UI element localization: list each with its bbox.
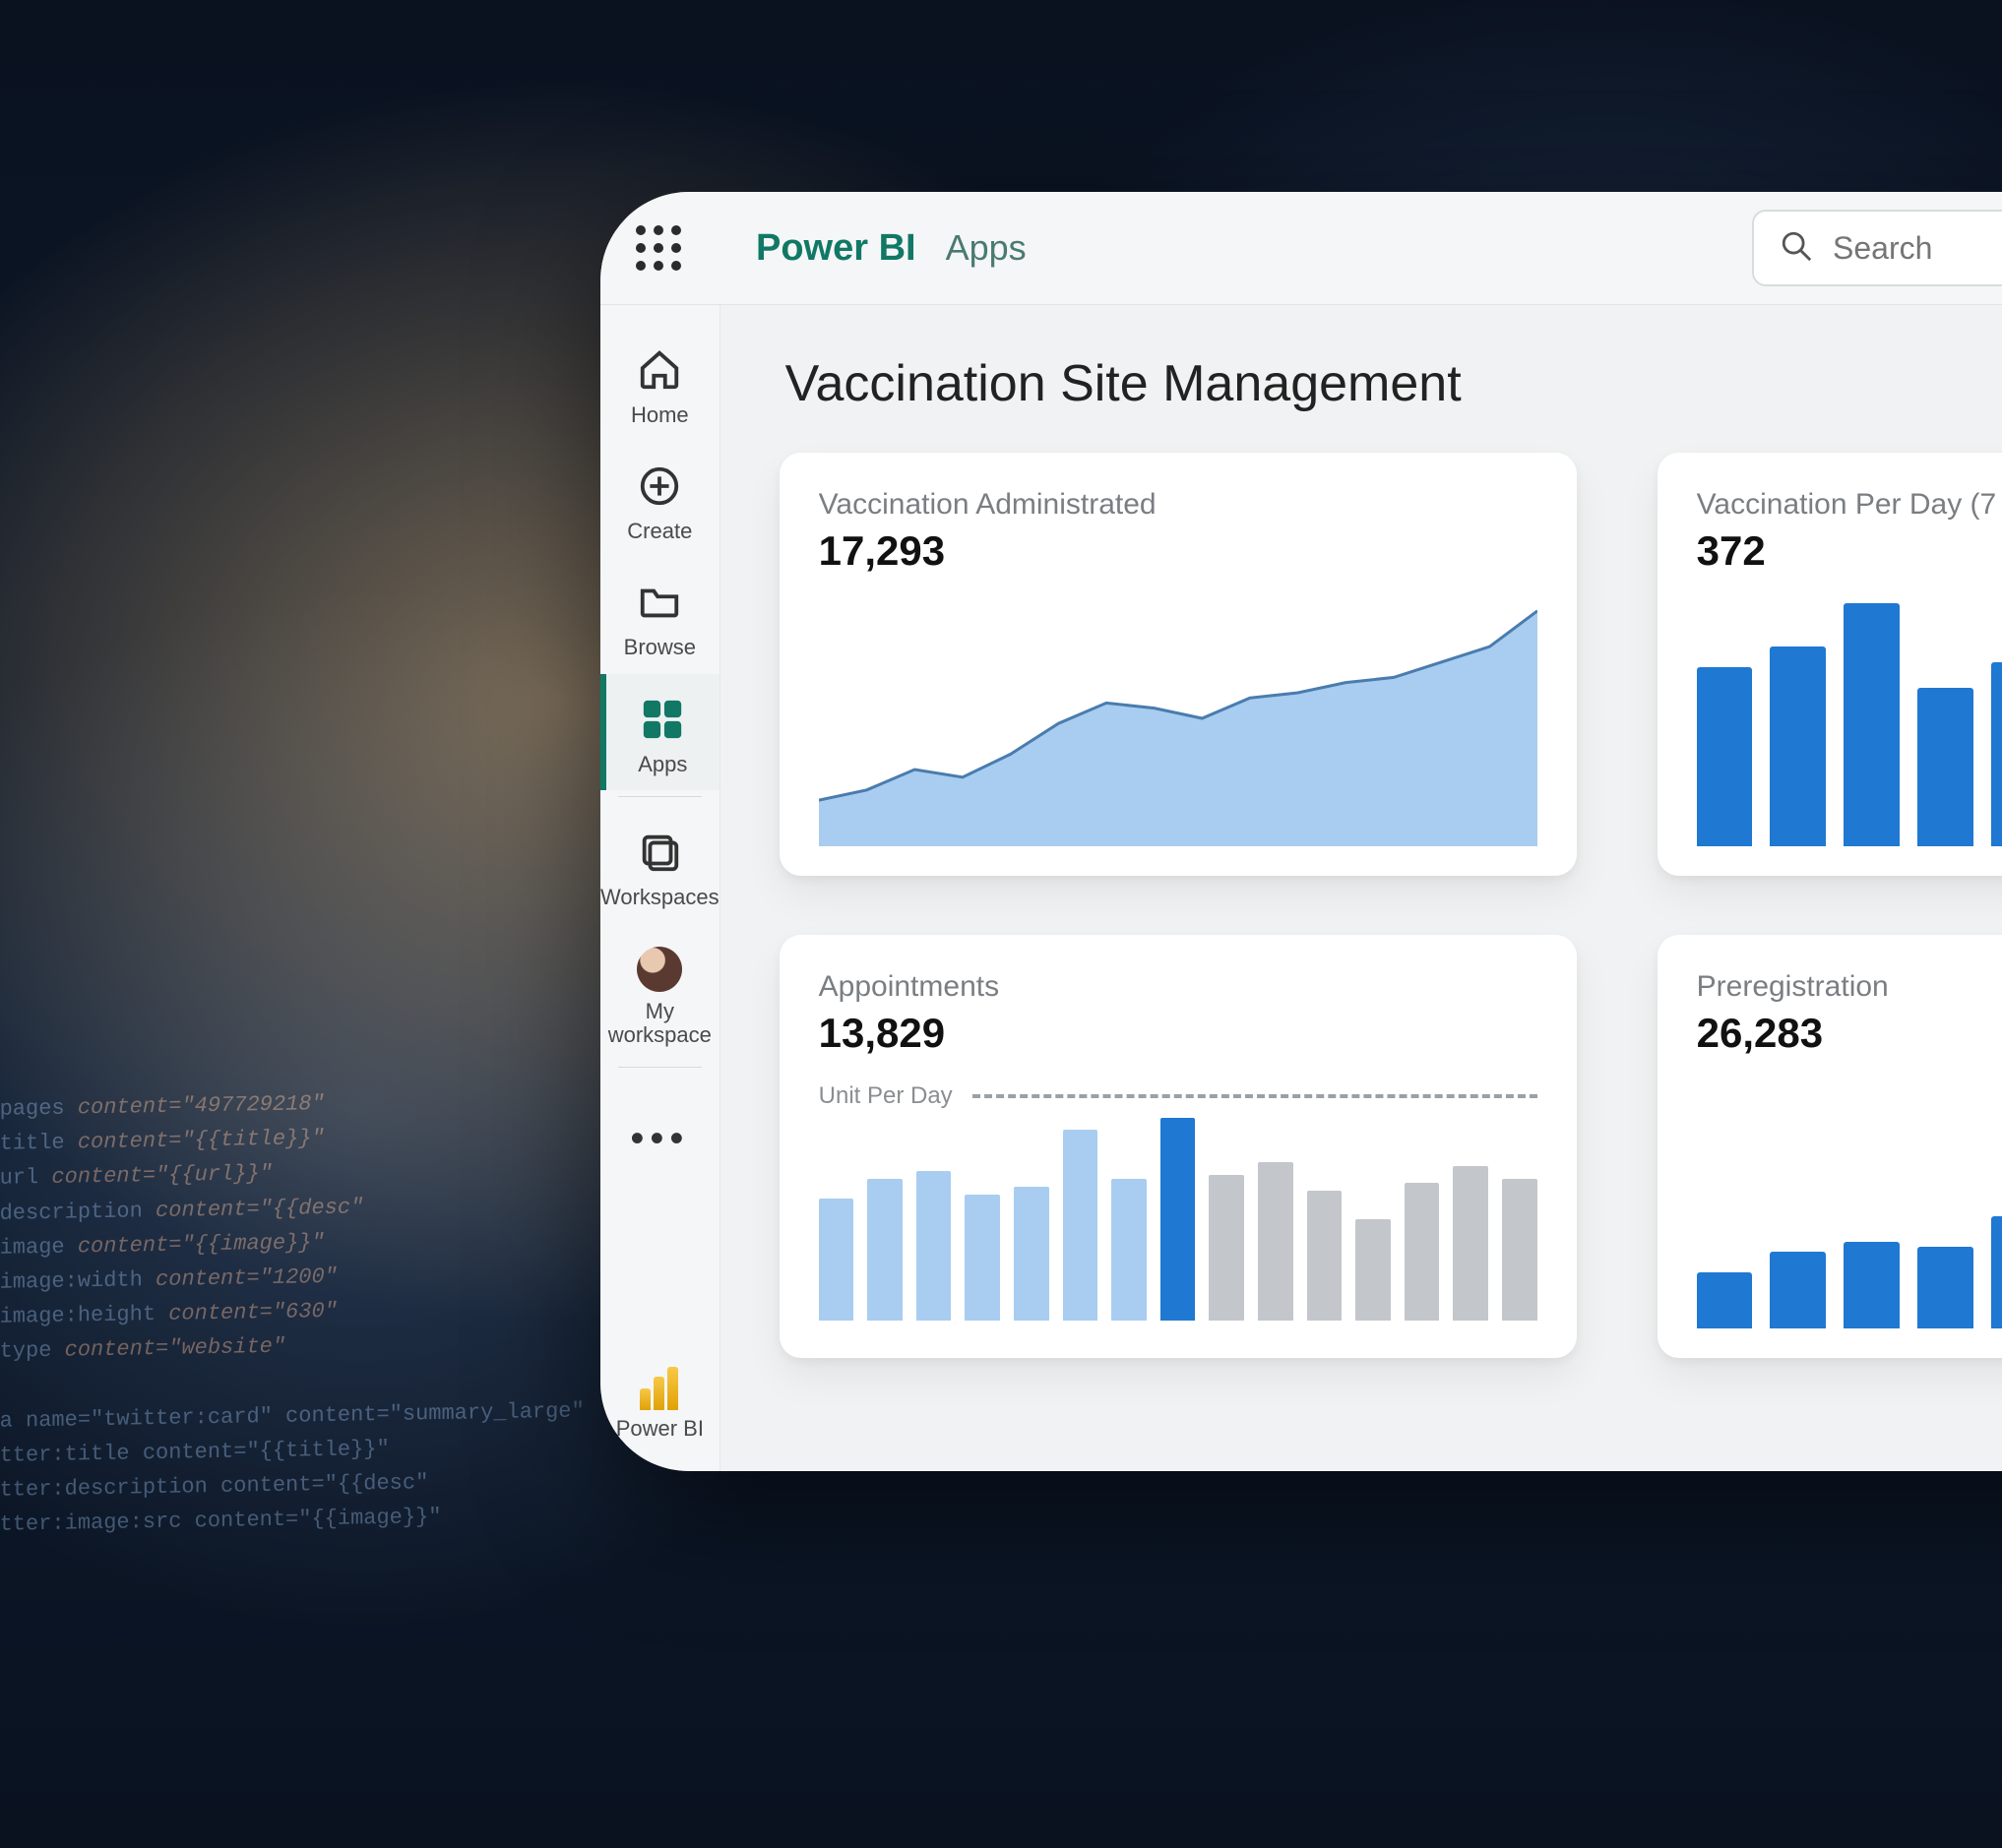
card-vaccination-per-day[interactable]: Vaccination Per Day (7 Da 372	[1658, 453, 2002, 876]
nav-label: Workspaces	[600, 886, 719, 909]
nav-workspaces[interactable]: Workspaces	[600, 807, 719, 923]
nav-product-label: Power BI	[616, 1416, 704, 1442]
workspaces-icon	[634, 827, 685, 878]
bar	[867, 1179, 903, 1321]
bar	[1697, 667, 1753, 846]
nav-more-icon[interactable]: •••	[630, 1117, 689, 1161]
home-icon	[634, 344, 685, 396]
bar	[1917, 688, 1973, 846]
nav-create[interactable]: Create	[600, 441, 719, 557]
bar	[1697, 1272, 1753, 1328]
bar	[1258, 1162, 1293, 1321]
bar	[1991, 1216, 2002, 1328]
nav-separator	[618, 796, 701, 797]
nav-label: My workspace	[600, 1000, 719, 1047]
nav-product[interactable]: Power BI	[616, 1367, 704, 1442]
page-title: Vaccination Site Management	[785, 354, 2002, 413]
nav-home[interactable]: Home	[600, 325, 719, 441]
topbar: Power BI Apps	[600, 192, 2002, 305]
bar-chart	[1697, 1073, 2002, 1328]
bar	[916, 1171, 952, 1321]
sidenav: Home Create Browse Apps	[600, 305, 720, 1471]
threshold-line	[972, 1094, 1537, 1098]
card-grid: Vaccination Administrated 17,293 Vaccina…	[780, 453, 2002, 1358]
card-preregistration[interactable]: Preregistration 26,283	[1658, 935, 2002, 1358]
bar	[1502, 1179, 1537, 1321]
card-title: Preregistration	[1697, 970, 2002, 1004]
folder-icon	[634, 577, 685, 628]
bar	[819, 1199, 854, 1321]
bar	[1063, 1130, 1098, 1321]
bar	[1405, 1183, 1440, 1321]
bar	[1014, 1187, 1049, 1321]
bar	[1160, 1118, 1196, 1321]
powerbi-window: Power BI Apps Home Create	[600, 192, 2002, 1471]
powerbi-logo-icon	[640, 1367, 679, 1410]
chart-sublabel: Unit Per Day	[819, 1082, 953, 1110]
card-appointments[interactable]: Appointments 13,829 Unit Per Day	[780, 935, 1577, 1358]
plus-circle-icon	[634, 461, 685, 512]
area-chart	[819, 590, 1537, 846]
bar	[1111, 1179, 1147, 1321]
card-value: 13,829	[819, 1010, 1537, 1057]
brand-title: Power BI	[756, 227, 916, 270]
nav-label: Home	[631, 403, 689, 427]
bar-chart: Unit Per Day	[819, 1082, 1537, 1328]
search-box[interactable]	[1752, 210, 2002, 286]
card-value: 17,293	[819, 527, 1537, 575]
app-launcher-icon[interactable]	[630, 219, 687, 277]
search-icon	[1780, 229, 1813, 268]
apps-icon	[637, 694, 688, 745]
bar-chart	[1697, 590, 2002, 846]
bar	[1770, 647, 1826, 846]
card-value: 372	[1697, 527, 2002, 575]
card-title: Vaccination Administrated	[819, 488, 1537, 522]
nav-browse[interactable]: Browse	[600, 557, 719, 673]
nav-label: Create	[627, 520, 692, 543]
bar	[1453, 1166, 1488, 1321]
bar	[1307, 1191, 1343, 1321]
nav-apps[interactable]: Apps	[600, 674, 719, 790]
bar	[1770, 1252, 1826, 1328]
bar	[1844, 603, 1900, 846]
bar	[965, 1195, 1000, 1321]
bar	[1209, 1175, 1244, 1321]
bar	[1991, 662, 2002, 846]
nav-label: Apps	[638, 753, 687, 776]
nav-label: Browse	[624, 636, 696, 659]
bar	[1355, 1219, 1391, 1321]
nav-separator	[618, 1067, 701, 1068]
card-vaccination-administrated[interactable]: Vaccination Administrated 17,293	[780, 453, 1577, 876]
avatar-icon	[637, 947, 682, 992]
search-input[interactable]	[1833, 230, 2002, 267]
card-title: Vaccination Per Day (7 Da	[1697, 488, 2002, 522]
card-value: 26,283	[1697, 1010, 2002, 1057]
nav-my-workspace[interactable]: My workspace	[600, 923, 719, 1061]
bar	[1844, 1242, 1900, 1328]
section-title: Apps	[946, 227, 1027, 269]
report-canvas: Vaccination Site Management Vaccination …	[720, 305, 2002, 1471]
card-title: Appointments	[819, 970, 1537, 1004]
bar	[1917, 1247, 1973, 1328]
